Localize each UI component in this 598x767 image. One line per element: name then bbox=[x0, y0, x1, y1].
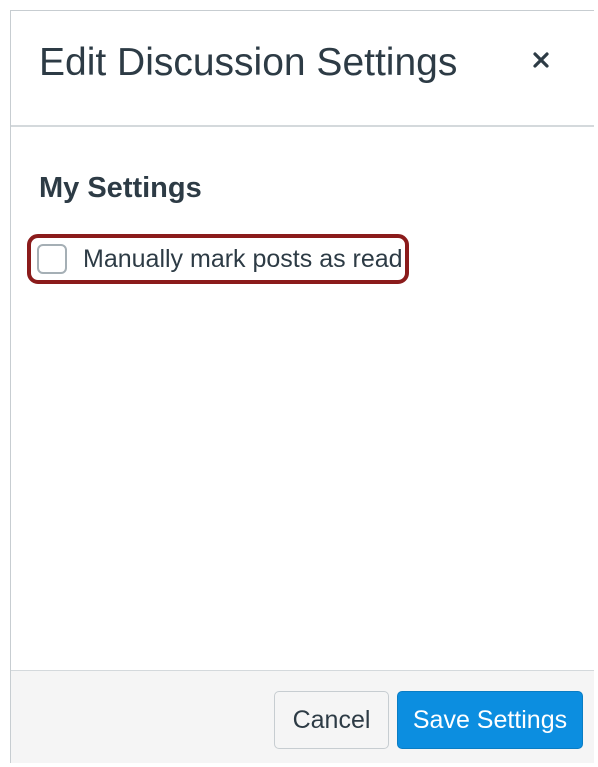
manually-mark-read-label: Manually mark posts as read bbox=[83, 245, 403, 273]
save-settings-button[interactable]: Save Settings bbox=[397, 691, 583, 749]
dialog-title: Edit Discussion Settings bbox=[39, 41, 458, 84]
edit-discussion-settings-dialog: Edit Discussion Settings My Settings Man… bbox=[10, 10, 594, 763]
close-icon bbox=[531, 50, 551, 73]
manually-mark-read-checkbox[interactable] bbox=[37, 244, 67, 274]
section-title-my-settings: My Settings bbox=[39, 172, 202, 204]
dialog-header: Edit Discussion Settings bbox=[11, 11, 594, 127]
close-button[interactable] bbox=[523, 43, 559, 79]
dialog-body: My Settings Manually mark posts as read bbox=[11, 127, 594, 671]
dialog-footer: Cancel Save Settings bbox=[11, 670, 594, 763]
manually-mark-read-option[interactable]: Manually mark posts as read bbox=[37, 241, 403, 277]
cancel-button[interactable]: Cancel bbox=[274, 691, 389, 749]
